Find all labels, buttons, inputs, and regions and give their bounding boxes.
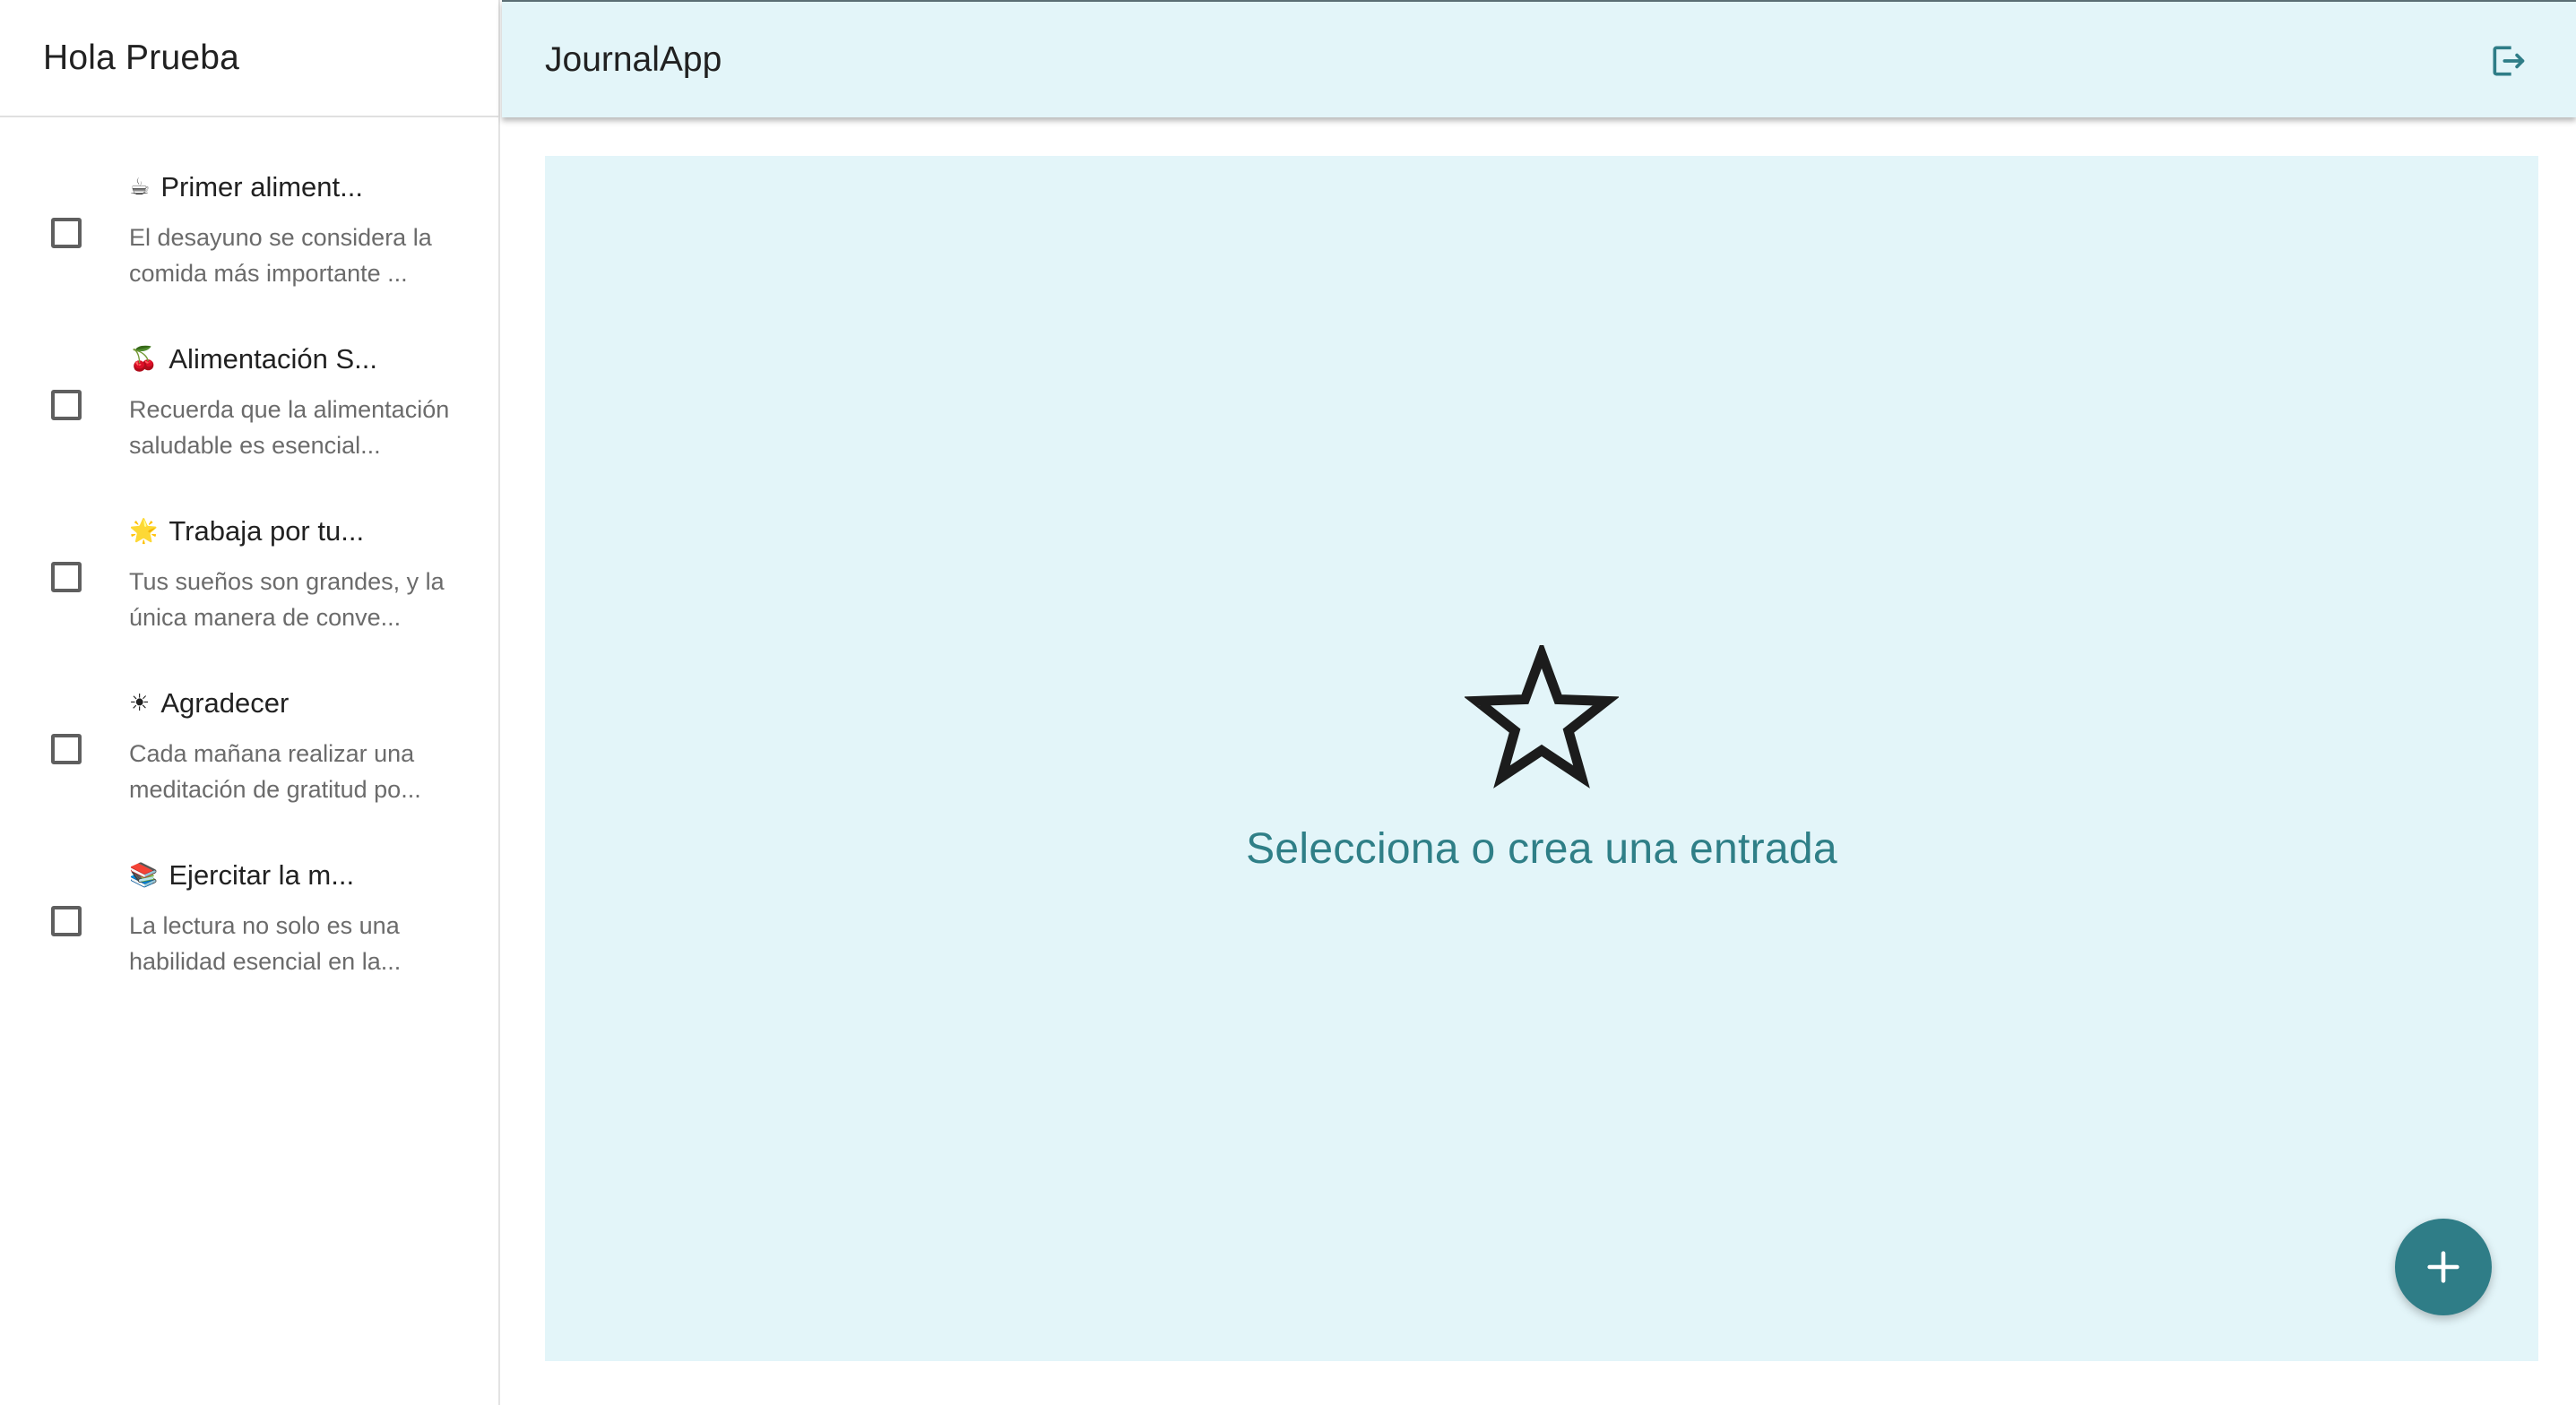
entry-item[interactable]: 📚 Ejercitar la m... La lectura no solo e… <box>0 823 498 996</box>
entry-body: El desayuno se considera la comida más i… <box>129 224 432 287</box>
entry-checkbox[interactable] <box>51 562 82 592</box>
entry-title-text: Agradecer <box>160 687 290 719</box>
entry-item[interactable]: 🌟 Trabaja por tu... Tus sueños son grand… <box>0 479 498 651</box>
entry-title-text: Trabaja por tu... <box>169 515 365 547</box>
entry-text[interactable]: ☕ Primer aliment... El desayuno se consi… <box>129 169 480 291</box>
sidebar-header: Hola Prueba <box>0 0 498 117</box>
entry-item[interactable]: ☀ Agradecer Cada mañana realizar una med… <box>0 651 498 823</box>
entry-title: 🌟 Trabaja por tu... <box>129 513 480 549</box>
sidebar: Hola Prueba ☕ Primer aliment... El desay… <box>0 0 500 1405</box>
entry-checkbox[interactable] <box>51 734 82 764</box>
cherries-icon: 🍒 <box>129 346 159 373</box>
entry-text[interactable]: 🍒 Alimentación S... Recuerda que la alim… <box>129 341 480 463</box>
plus-icon <box>2427 1251 2459 1283</box>
main-content: Selecciona o crea una entrada <box>545 156 2538 1361</box>
star-outline-icon <box>1465 645 1619 789</box>
entry-title: ☕ Primer aliment... <box>129 169 480 205</box>
entry-title-text: Alimentación S... <box>169 343 377 375</box>
books-icon: 📚 <box>129 862 159 889</box>
user-greeting: Hola Prueba <box>43 38 240 77</box>
entry-item[interactable]: 🍒 Alimentación S... Recuerda que la alim… <box>0 307 498 479</box>
entry-checkbox[interactable] <box>51 906 82 936</box>
entry-body: Cada mañana realizar una meditación de g… <box>129 740 421 803</box>
logout-icon <box>2493 46 2525 76</box>
entry-title: 📚 Ejercitar la m... <box>129 858 480 893</box>
entry-checkbox[interactable] <box>51 390 82 420</box>
entry-item[interactable]: ☕ Primer aliment... El desayuno se consi… <box>0 135 498 307</box>
coffee-icon: ☕ <box>129 174 151 201</box>
entry-text[interactable]: 📚 Ejercitar la m... La lectura no solo e… <box>129 858 480 979</box>
entry-text[interactable]: ☀ Agradecer Cada mañana realizar una med… <box>129 685 480 807</box>
entry-title-text: Ejercitar la m... <box>169 859 355 891</box>
empty-state: Selecciona o crea una entrada <box>545 645 2538 874</box>
entry-title-text: Primer aliment... <box>160 171 363 203</box>
app-bar: JournalApp <box>502 0 2576 117</box>
entry-checkbox[interactable] <box>51 218 82 248</box>
sun-icon: ☀ <box>129 690 151 717</box>
entry-text[interactable]: 🌟 Trabaja por tu... Tus sueños son grand… <box>129 513 480 635</box>
app-title: JournalApp <box>545 39 722 79</box>
add-entry-button[interactable] <box>2395 1219 2492 1315</box>
entry-title: 🍒 Alimentación S... <box>129 341 480 377</box>
entry-body: Tus sueños son grandes, y la única maner… <box>129 568 445 631</box>
entry-title: ☀ Agradecer <box>129 685 480 721</box>
glowing-star-icon: 🌟 <box>129 518 159 545</box>
entry-list: ☕ Primer aliment... El desayuno se consi… <box>0 117 498 996</box>
entry-body: Recuerda que la alimentación saludable e… <box>129 396 450 459</box>
logout-button[interactable] <box>2488 41 2528 81</box>
empty-message: Selecciona o crea una entrada <box>1246 825 1837 873</box>
entry-body: La lectura no solo es una habilidad esen… <box>129 912 402 975</box>
